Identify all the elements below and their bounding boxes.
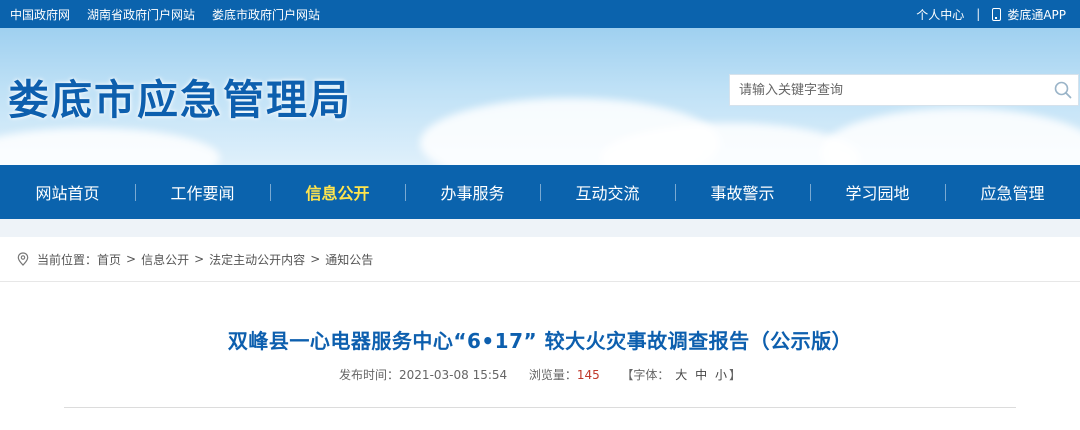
breadcrumb-arrow: >: [194, 252, 205, 266]
views-label: 浏览量：: [528, 368, 577, 382]
main-nav: 网站首页 工作要闻 信息公开 办事服务 互动交流 事故警示 学习园地 应急管理: [0, 165, 1080, 219]
mobile-phone-icon: [992, 7, 1002, 21]
nav-item-work-news[interactable]: 工作要闻: [135, 165, 270, 219]
breadcrumb-info-disclosure[interactable]: 信息公开: [141, 251, 189, 268]
breadcrumb-notices[interactable]: 通知公告: [325, 251, 373, 268]
personal-center-link[interactable]: 个人中心: [916, 6, 964, 23]
article-title: 双峰县一心电器服务中心“6•17” 较大火灾事故调查报告（公示版）: [227, 329, 853, 353]
cloud-decoration: [820, 108, 1080, 165]
nav-item-interaction[interactable]: 互动交流: [540, 165, 675, 219]
search-icon[interactable]: [1048, 75, 1078, 105]
font-size-small-button[interactable]: 小: [715, 368, 727, 382]
site-title: 娄底市应急管理局: [8, 76, 352, 124]
nav-item-emergency-mgmt[interactable]: 应急管理: [945, 165, 1080, 219]
article-meta: 发布时间：2021-03-08 15:54 浏览量：145 【字体： 大 中 小…: [0, 366, 1080, 383]
breadcrumb-prefix: 当前位置：: [37, 252, 98, 267]
top-separator: |: [976, 7, 981, 21]
nav-item-home[interactable]: 网站首页: [0, 165, 135, 219]
view-count: 145: [576, 368, 600, 382]
search-box: [729, 74, 1079, 106]
breadcrumb-arrow: >: [126, 252, 137, 266]
link-hunan-gov[interactable]: 湖南省政府门户网站: [87, 6, 195, 23]
breadcrumb: 当前位置： 首页 > 信息公开 > 法定主动公开内容 > 通知公告: [0, 237, 1080, 282]
cloud-decoration: [0, 128, 220, 165]
font-size-open: 【字体：: [621, 368, 670, 382]
breadcrumb-arrow: >: [310, 252, 321, 266]
article-divider: [64, 407, 1016, 408]
nav-item-accident-alerts[interactable]: 事故警示: [675, 165, 810, 219]
top-right: 个人中心 | 娄底通APP: [916, 0, 1066, 28]
nav-item-info-disclosure[interactable]: 信息公开: [270, 165, 405, 219]
link-china-gov[interactable]: 中国政府网: [10, 6, 70, 23]
location-pin-icon: [17, 252, 29, 266]
breadcrumb-statutory-content[interactable]: 法定主动公开内容: [209, 251, 305, 268]
breadcrumb-home[interactable]: 首页: [97, 251, 121, 268]
top-bar: 中国政府网 湖南省政府门户网站 娄底市政府门户网站 个人中心 | 娄底通APP: [0, 0, 1080, 28]
search-input[interactable]: [730, 75, 1048, 105]
font-size-close: 】: [728, 368, 741, 382]
font-size-large-button[interactable]: 大: [675, 368, 687, 382]
top-links: 中国政府网 湖南省政府门户网站 娄底市政府门户网站: [10, 0, 337, 28]
nav-item-learning[interactable]: 学习园地: [810, 165, 945, 219]
nav-item-services[interactable]: 办事服务: [405, 165, 540, 219]
header-banner: 娄底市应急管理局: [0, 28, 1080, 165]
section-gap: [0, 219, 1080, 237]
publish-time-label: 发布时间：: [339, 368, 400, 382]
publish-time: 2021-03-08 15:54: [399, 368, 508, 382]
app-link[interactable]: 娄底通APP: [1007, 6, 1066, 23]
font-size-medium-button[interactable]: 中: [695, 368, 707, 382]
link-loudi-gov[interactable]: 娄底市政府门户网站: [212, 6, 320, 23]
